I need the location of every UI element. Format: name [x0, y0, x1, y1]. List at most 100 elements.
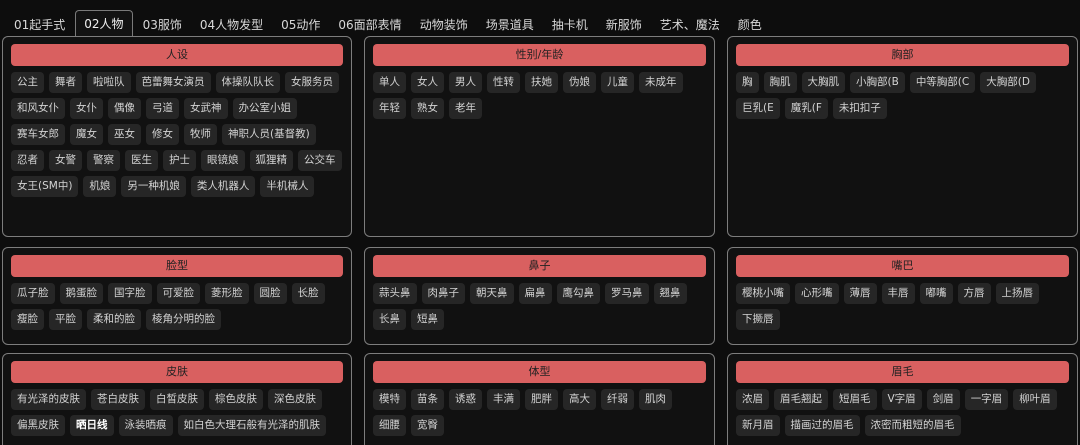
tag-chip[interactable]: 胸肌 — [763, 72, 797, 93]
tag-chip[interactable]: 菱形脸 — [205, 283, 249, 304]
tag-chip[interactable]: 方唇 — [957, 283, 991, 304]
tag-chip[interactable]: 描画过的眉毛 — [784, 415, 860, 436]
tag-chip[interactable]: 樱桃小嘴 — [736, 283, 790, 304]
tag-chip[interactable]: V字眉 — [881, 389, 922, 410]
tag-chip[interactable]: 性转 — [487, 72, 520, 93]
tag-chip[interactable]: 一字眉 — [964, 389, 1009, 410]
tag-chip[interactable]: 神职人员(基督教) — [222, 124, 316, 145]
tag-chip[interactable]: 苗条 — [411, 389, 444, 410]
tag-chip[interactable]: 医生 — [125, 150, 158, 171]
tag-chip[interactable]: 扶她 — [525, 72, 558, 93]
tag-chip[interactable]: 年轻 — [373, 98, 406, 119]
tag-chip[interactable]: 瓜子脸 — [11, 283, 55, 304]
tag-chip[interactable]: 翘鼻 — [653, 283, 687, 304]
tag-chip[interactable]: 忍者 — [11, 150, 44, 171]
tag-chip[interactable]: 胸 — [736, 72, 759, 93]
tag-chip[interactable]: 弓道 — [146, 98, 179, 119]
tag-chip[interactable]: 女警 — [49, 150, 82, 171]
tag-chip[interactable]: 男人 — [449, 72, 482, 93]
tag-chip[interactable]: 大胸肌 — [801, 72, 845, 93]
tag-chip[interactable]: 蒜头鼻 — [373, 283, 417, 304]
tag-chip[interactable]: 中等胸部(C — [909, 72, 976, 93]
tag-chip[interactable]: 肉鼻子 — [421, 283, 465, 304]
tag-chip[interactable]: 瘦脸 — [11, 309, 44, 330]
tag-chip[interactable]: 熟女 — [411, 98, 444, 119]
tag-chip[interactable]: 办公室小姐 — [232, 98, 297, 119]
tag-chip[interactable]: 下撅唇 — [736, 309, 780, 330]
tag-chip[interactable]: 女人 — [411, 72, 444, 93]
tag-chip[interactable]: 赛车女郎 — [11, 124, 65, 145]
tag-chip[interactable]: 细腰 — [373, 415, 406, 436]
tag-chip[interactable]: 偏黑皮肤 — [11, 415, 65, 436]
tag-chip[interactable]: 类人机器人 — [190, 176, 256, 197]
tag-chip[interactable]: 浓密而粗短的眉毛 — [864, 415, 961, 436]
tab-2[interactable]: 03服饰 — [135, 14, 190, 36]
tag-chip[interactable]: 国字脸 — [108, 283, 152, 304]
tag-chip[interactable]: 大胸部(D — [980, 72, 1036, 93]
tag-chip[interactable]: 平脸 — [49, 309, 82, 330]
tag-chip[interactable]: 棕色皮肤 — [209, 389, 263, 410]
tag-chip[interactable]: 修女 — [146, 124, 179, 145]
tag-chip[interactable]: 长脸 — [291, 283, 325, 304]
tab-5[interactable]: 06面部表情 — [330, 14, 409, 36]
tag-chip[interactable]: 狐狸精 — [249, 150, 293, 171]
tag-chip[interactable]: 新月眉 — [736, 415, 780, 436]
tag-chip[interactable]: 棱角分明的脸 — [146, 309, 221, 330]
tag-chip[interactable]: 深色皮肤 — [268, 389, 322, 410]
tag-chip[interactable]: 短眉毛 — [833, 389, 877, 410]
tab-8[interactable]: 抽卡机 — [544, 14, 596, 36]
tag-chip[interactable]: 罗马鼻 — [605, 283, 649, 304]
tag-chip[interactable]: 诱惑 — [449, 389, 482, 410]
tag-chip[interactable]: 肌肉 — [639, 389, 672, 410]
tag-chip[interactable]: 半机械人 — [260, 176, 315, 197]
tag-chip[interactable]: 护士 — [163, 150, 196, 171]
tag-chip[interactable]: 肥胖 — [525, 389, 558, 410]
tag-chip[interactable]: 女王(SM中) — [11, 176, 79, 197]
tag-chip[interactable]: 女服务员 — [285, 72, 339, 93]
tag-chip[interactable]: 模特 — [373, 389, 406, 410]
tag-chip[interactable]: 朝天鼻 — [470, 283, 514, 304]
tag-chip[interactable]: 如白色大理石般有光泽的肌肤 — [177, 415, 326, 436]
tag-chip[interactable]: 另一种机娘 — [121, 176, 186, 197]
tag-chip[interactable]: 剑眉 — [926, 389, 960, 410]
tag-chip[interactable]: 有光泽的皮肤 — [11, 389, 86, 410]
tag-chip[interactable]: 魔女 — [70, 124, 103, 145]
tag-chip[interactable]: 老年 — [449, 98, 482, 119]
tag-chip[interactable]: 柔和的脸 — [87, 309, 141, 330]
tag-chip[interactable]: 女仆 — [70, 98, 103, 119]
tag-chip[interactable]: 公主 — [11, 72, 44, 93]
tag-chip[interactable]: 柳叶眉 — [1013, 389, 1057, 410]
tag-chip[interactable]: 苍白皮肤 — [91, 389, 145, 410]
tag-chip[interactable]: 鹰勾鼻 — [556, 283, 600, 304]
tag-chip[interactable]: 警察 — [87, 150, 120, 171]
tag-chip[interactable]: 丰唇 — [881, 283, 915, 304]
tag-chip[interactable]: 啦啦队 — [87, 72, 131, 93]
tag-chip[interactable]: 体操队队长 — [215, 72, 280, 93]
tag-chip[interactable]: 牧师 — [184, 124, 217, 145]
tag-chip[interactable]: 魔乳(F — [784, 98, 828, 119]
tab-0[interactable]: 01起手式 — [6, 14, 73, 36]
tag-chip[interactable]: 薄唇 — [843, 283, 877, 304]
tab-7[interactable]: 场景道具 — [478, 14, 542, 36]
tag-chip[interactable]: 上扬唇 — [995, 283, 1039, 304]
tag-chip[interactable]: 芭蕾舞女演员 — [135, 72, 211, 93]
tag-chip[interactable]: 巫女 — [108, 124, 141, 145]
tag-chip[interactable]: 小胸部(B — [850, 72, 905, 93]
tag-chip[interactable]: 白皙皮肤 — [150, 389, 204, 410]
tag-chip[interactable]: 心形嘴 — [795, 283, 839, 304]
tag-chip[interactable]: 圆脸 — [253, 283, 287, 304]
tag-chip[interactable]: 眉毛翘起 — [774, 389, 828, 410]
tag-chip[interactable]: 和风女仆 — [11, 98, 65, 119]
tag-chip[interactable]: 儿童 — [601, 72, 634, 93]
tag-chip[interactable]: 女武神 — [184, 98, 228, 119]
tag-chip[interactable]: 未成年 — [639, 72, 683, 93]
tag-chip[interactable]: 丰满 — [487, 389, 520, 410]
tab-3[interactable]: 04人物发型 — [192, 14, 271, 36]
tab-11[interactable]: 颜色 — [730, 14, 770, 36]
tag-chip[interactable]: 高大 — [563, 389, 596, 410]
tag-chip[interactable]: 未扣扣子 — [832, 98, 887, 119]
tag-chip[interactable]: 宽臀 — [411, 415, 444, 436]
tag-chip[interactable]: 扁鼻 — [518, 283, 552, 304]
tag-chip[interactable]: 晒日线 — [70, 415, 114, 436]
tag-chip[interactable]: 可爱脸 — [156, 283, 200, 304]
